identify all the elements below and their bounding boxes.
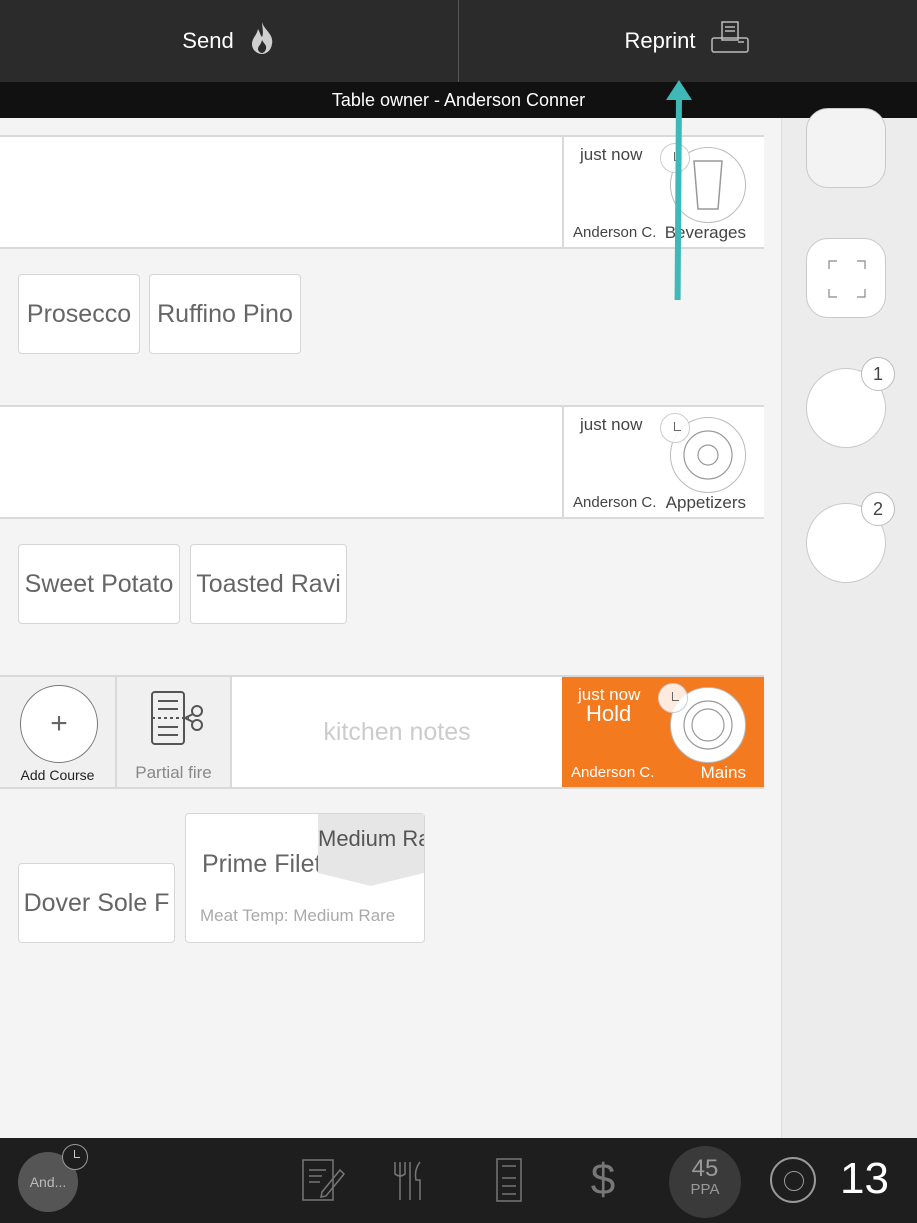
partial-fire-button[interactable]: Partial fire [117, 677, 232, 787]
top-action-bar: Send Reprint [0, 0, 917, 82]
menu-item[interactable]: Prosecco [18, 274, 140, 354]
course-server: Anderson C. [571, 764, 655, 781]
menu-item[interactable]: Sweet Potato [18, 544, 180, 624]
guest-count: 13 [840, 1154, 889, 1203]
seat-button-2[interactable]: 2 [806, 492, 895, 583]
course-time: just now [580, 145, 643, 164]
clock-icon [62, 1144, 88, 1170]
ppa-indicator[interactable]: 45 PPA [669, 1146, 741, 1218]
fork-knife-icon[interactable] [385, 1154, 435, 1206]
flame-icon [248, 20, 276, 62]
seat-number: 1 [861, 357, 895, 391]
guests-icon[interactable] [770, 1157, 816, 1203]
plus-icon: + [20, 685, 98, 763]
annotation-arrow-head [666, 80, 692, 100]
reprint-button[interactable]: Reprint [458, 0, 917, 82]
course-server: Anderson C. [573, 224, 657, 241]
course-name: Appetizers [665, 493, 746, 512]
add-course-button[interactable]: + Add Course [0, 677, 117, 787]
item-name: Prime Filet [202, 850, 322, 878]
bottom-toolbar: And... $ 45 PPA 13 [0, 1138, 917, 1223]
reprint-label: Reprint [624, 28, 696, 53]
menu-item[interactable]: Dover Sole F [18, 863, 175, 943]
ppa-label: PPA [690, 1181, 720, 1198]
send-button[interactable]: Send [0, 0, 458, 82]
seat-button-1[interactable]: 1 [806, 357, 895, 448]
clock-icon [660, 413, 690, 443]
partial-fire-label: Partial fire [135, 763, 212, 782]
ppa-value: 45 [691, 1155, 719, 1182]
add-course-label: Add Course [20, 767, 95, 783]
course-notes-area[interactable] [0, 137, 562, 247]
hold-status: Hold [586, 701, 632, 726]
clock-icon [658, 683, 688, 713]
expand-icon [828, 260, 866, 298]
item-modifier: Meat Temp: Medium Rare [200, 906, 396, 925]
table-view-button[interactable] [806, 108, 886, 188]
send-label: Send [182, 28, 234, 53]
annotation-arrow [674, 94, 682, 301]
course-beverages: just now Anderson C. Beverages [0, 135, 764, 249]
table-owner-bar: Table owner - Anderson Conner [0, 82, 917, 118]
scissors-ticket-icon [149, 689, 207, 752]
course-notes-area[interactable] [0, 407, 562, 517]
menu-item[interactable]: Toasted Ravi [190, 544, 347, 624]
seat-number: 2 [861, 492, 895, 526]
course-tile-beverages[interactable]: just now Anderson C. Beverages [562, 137, 764, 247]
seat-rail: 1 2 [781, 108, 917, 1138]
menu-item[interactable]: Ruffino Pino [149, 274, 301, 354]
menu-item-with-modifier[interactable]: Prime Filet Medium Rare Meat Temp: Mediu… [185, 813, 425, 943]
course-appetizers: just now Anderson C. Appetizers [0, 405, 764, 519]
kitchen-notes-input[interactable]: kitchen notes [232, 677, 562, 787]
course-time: just now [580, 415, 643, 434]
course-tile-mains[interactable]: just now Hold Anderson C. Mains [562, 677, 764, 787]
course-name: Mains [700, 763, 746, 782]
modifier-tag: Medium Rare [318, 814, 424, 886]
notepad-icon[interactable] [298, 1154, 348, 1206]
course-mains: + Add Course Partial fire kitchen notes … [0, 675, 764, 789]
receipt-icon[interactable] [484, 1154, 534, 1206]
course-server: Anderson C. [573, 494, 657, 511]
dollar-icon[interactable]: $ [578, 1154, 628, 1206]
fullscreen-button[interactable] [806, 238, 886, 318]
course-tile-appetizers[interactable]: just now Anderson C. Appetizers [562, 407, 764, 517]
printer-icon [709, 20, 751, 62]
